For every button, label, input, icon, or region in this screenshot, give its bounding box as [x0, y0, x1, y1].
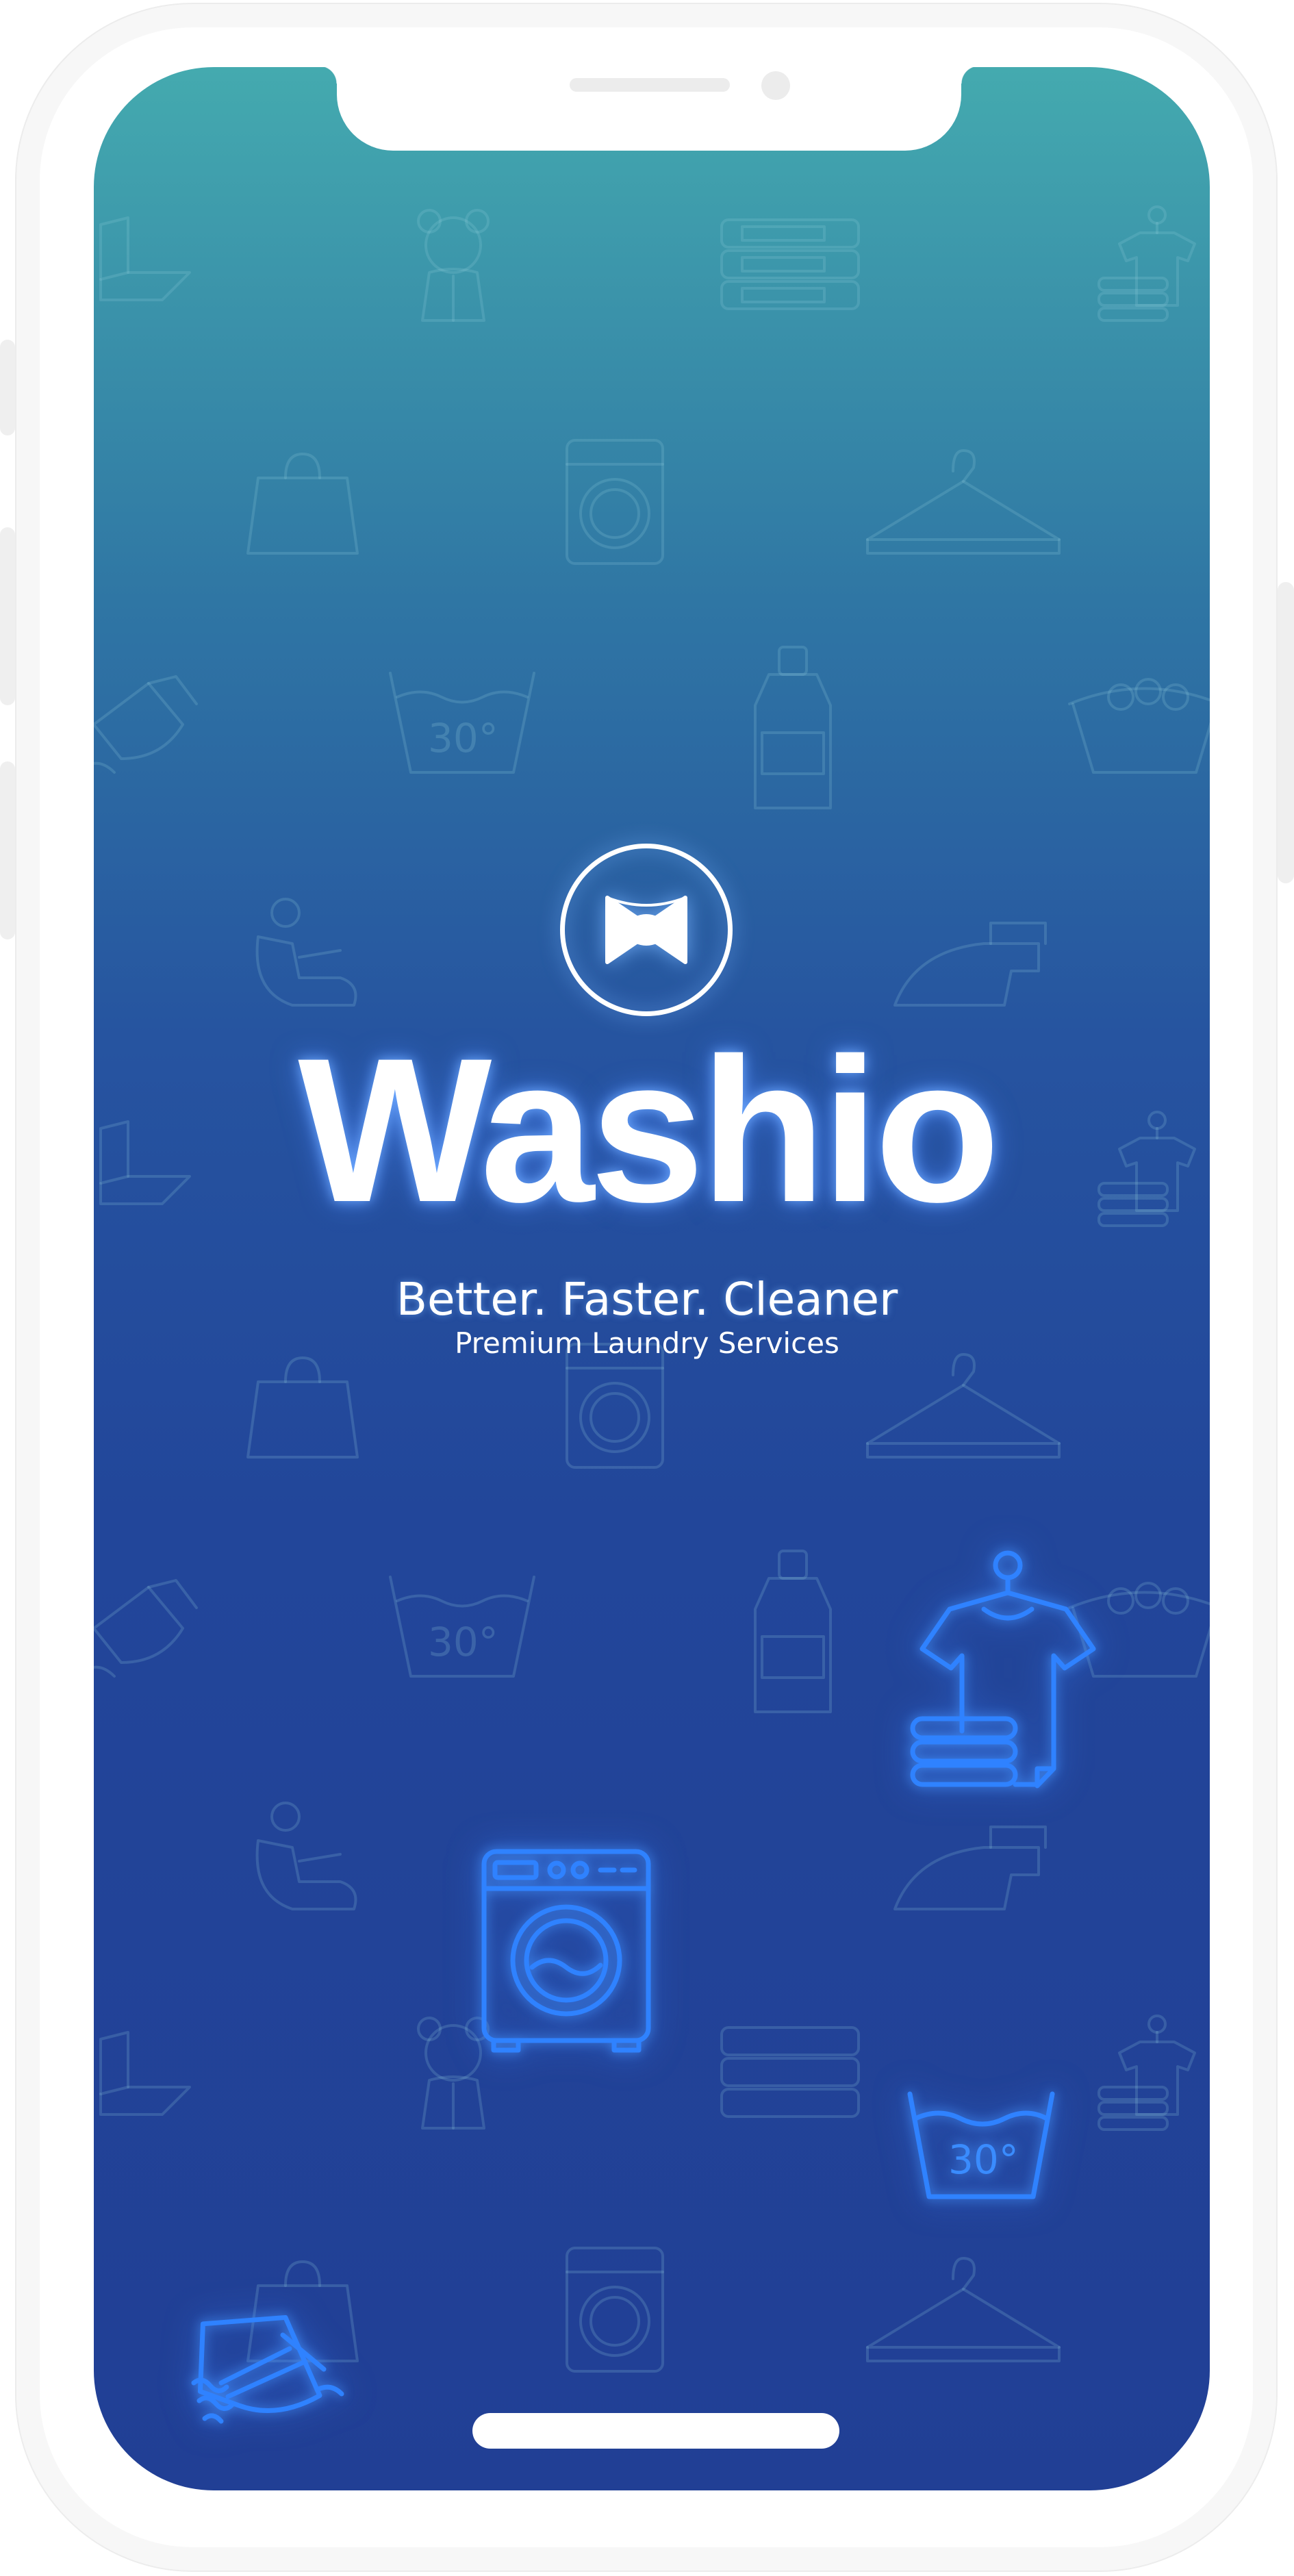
- home-indicator[interactable]: [472, 2413, 839, 2449]
- speaker-grille: [570, 78, 730, 92]
- towel-icon: [94, 211, 196, 307]
- clothes-hanger-icon: [861, 1348, 1066, 1464]
- washing-machine-icon: [563, 437, 666, 567]
- notch-corner: [961, 66, 979, 84]
- clothes-hanger-icon: [861, 444, 1066, 560]
- car-seat-icon: [238, 1800, 368, 1923]
- tagline: Better. Faster. Cleaner: [396, 1273, 898, 1326]
- volume-switch: [0, 340, 15, 435]
- front-camera: [761, 71, 790, 100]
- car-seat-icon: [238, 896, 368, 1019]
- folded-towels-icon: [718, 2024, 862, 2120]
- laundry-basket-icon: [1066, 670, 1210, 779]
- volume-up-button: [0, 527, 15, 705]
- folded-towels-icon: [718, 216, 862, 312]
- t-shirt-stack-icon: [1092, 203, 1210, 333]
- iron-icon: [94, 670, 217, 786]
- iron-icon: [180, 2308, 344, 2424]
- washing-machine-icon: [480, 1847, 652, 2053]
- svg-text:30°: 30°: [428, 1619, 498, 1665]
- laundry-bag-icon: [244, 451, 361, 560]
- washing-machine-icon: [563, 2245, 666, 2375]
- wash-30-degrees-icon: 30°: [387, 670, 537, 779]
- volume-down-button: [0, 761, 15, 939]
- laundry-bag-icon: [244, 1354, 361, 1464]
- iron-icon: [94, 1574, 217, 1690]
- iron-icon: [888, 916, 1059, 1019]
- t-shirt-stack-icon: [1092, 2012, 1210, 2142]
- detergent-bottle-icon: [748, 644, 837, 815]
- t-shirt-stack-icon: [909, 1546, 1107, 1793]
- power-button: [1278, 582, 1294, 883]
- wash-30-degrees-icon: 30°: [906, 2090, 1056, 2202]
- logo-circle: [560, 844, 733, 1016]
- svg-text:30°: 30°: [948, 2136, 1019, 2183]
- svg-text:30°: 30°: [428, 715, 498, 761]
- brand-name: Washio: [298, 1015, 1000, 1245]
- teddy-bear-icon: [402, 204, 505, 327]
- clothes-hanger-icon: [861, 2251, 1066, 2368]
- bow-tie-icon: [605, 896, 687, 964]
- subtagline: Premium Laundry Services: [455, 1326, 839, 1360]
- iron-icon: [888, 1820, 1059, 1923]
- notch-corner: [319, 66, 337, 84]
- detergent-bottle-icon: [748, 1548, 837, 1719]
- towel-icon: [94, 2025, 196, 2121]
- wash-30-degrees-icon: 30°: [387, 1574, 537, 1683]
